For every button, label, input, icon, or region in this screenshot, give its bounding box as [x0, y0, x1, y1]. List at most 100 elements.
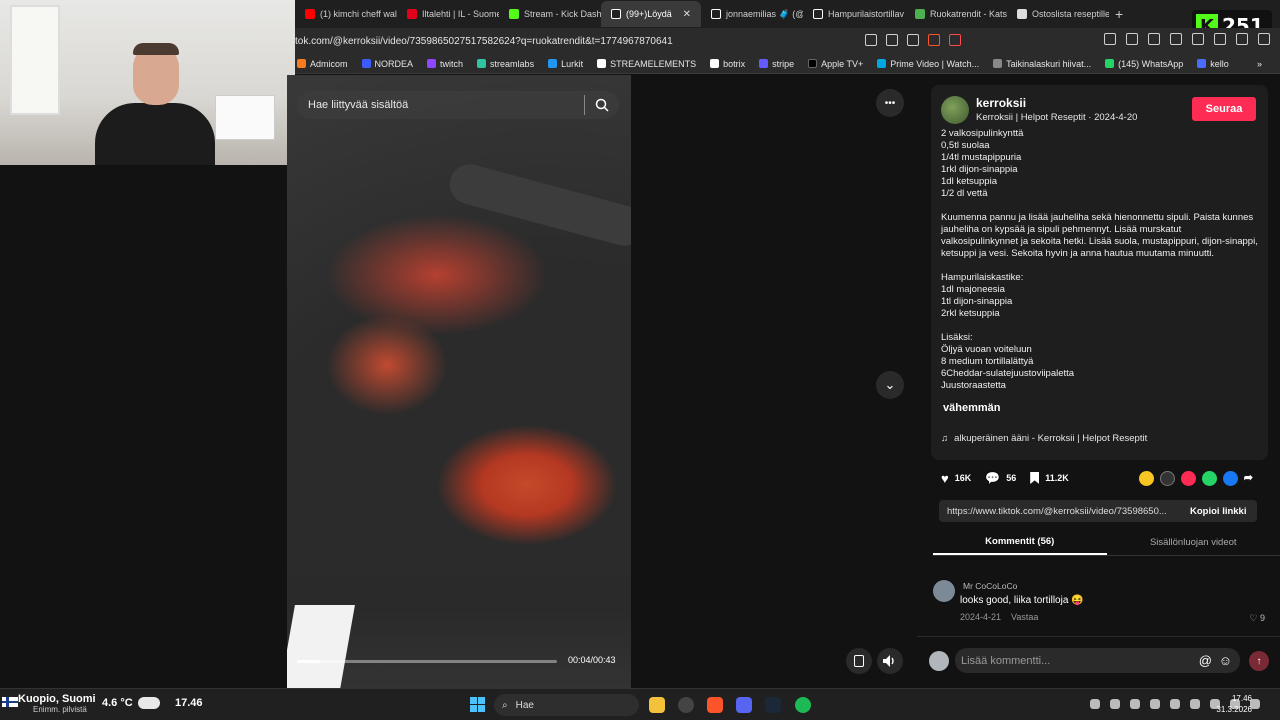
commenter-avatar[interactable] — [933, 580, 955, 602]
wallet-icon[interactable] — [1192, 33, 1204, 45]
send-comment-button[interactable]: ↑ — [1249, 651, 1269, 671]
browser-tab[interactable]: Hampurilaistortillav — [803, 1, 905, 27]
bookmark[interactable]: NORDEA — [361, 59, 413, 69]
tab-creator-videos[interactable]: Sisällönluojan videot — [1107, 530, 1280, 555]
windows-start-icon[interactable] — [470, 697, 485, 712]
facebook-share-icon[interactable] — [1222, 470, 1238, 486]
tab-favicon-icon — [305, 9, 315, 19]
bookmark[interactable]: stripe — [759, 59, 794, 69]
bookmarks-overflow-button[interactable]: » — [1257, 59, 1262, 69]
tab-comments[interactable]: Kommentit (56) — [933, 530, 1107, 555]
browser-tab[interactable]: Iltalehti | IL - Suome — [397, 1, 499, 27]
repost-icon[interactable] — [1138, 470, 1154, 486]
bookmark[interactable]: Taikinalaskuri hiivat... — [993, 59, 1091, 69]
bookmark[interactable]: twitch — [427, 59, 463, 69]
comment-button[interactable]: 💬 56 — [985, 471, 1016, 485]
browser-tab[interactable]: (1) kimchi cheff wall — [295, 1, 397, 27]
clock-time: 17.46 — [1231, 694, 1252, 703]
cast-icon[interactable] — [886, 34, 898, 46]
bookmark[interactable]: Prime Video | Watch... — [877, 59, 979, 69]
tray-chevron-icon[interactable] — [1090, 699, 1100, 709]
mention-icon[interactable]: @ — [1199, 653, 1212, 668]
video-player[interactable] — [287, 75, 631, 688]
related-search-input[interactable]: Hae liittyvää sisältöä — [297, 91, 619, 119]
post-actions: ♥ 16K 💬 56 11.2K ➦ — [941, 469, 1261, 487]
share-arrow-icon[interactable]: ➦ — [1244, 471, 1253, 486]
brave-rewards-icon[interactable] — [949, 34, 961, 46]
obs-icon[interactable] — [678, 697, 694, 713]
tab-label: jonnaemilias 🧳 (@ — [726, 8, 803, 19]
video-time: 00:04/00:43 — [568, 655, 616, 665]
volume-button[interactable] — [877, 648, 903, 674]
whatsapp-share-icon[interactable] — [1201, 470, 1217, 486]
send-to-friends-icon[interactable] — [1180, 470, 1196, 486]
browser-tab[interactable]: Ruokatrendit - Kats — [905, 1, 1007, 27]
save-button[interactable]: 11.2K — [1030, 472, 1069, 484]
show-less-button[interactable]: vähemmän — [943, 402, 1000, 414]
bookmark[interactable]: (145) WhatsApp — [1105, 59, 1183, 69]
search-icon[interactable] — [595, 98, 609, 112]
spotify-icon[interactable] — [795, 697, 811, 713]
browser-tab[interactable]: Stream - Kick Dashb — [499, 1, 601, 27]
windows-taskbar: Kuopio, Suomi Enimm. pilvistä 4.6 °C 17.… — [0, 688, 1280, 720]
like-button[interactable]: ♥ 16K — [941, 471, 971, 486]
bookmark[interactable]: streamlabs — [477, 59, 534, 69]
reply-button[interactable]: Vastaa — [1011, 612, 1038, 622]
more-options-button[interactable]: ••• — [876, 89, 904, 117]
new-tab-button[interactable]: + — [1115, 6, 1123, 22]
taskbar-search[interactable]: ⌕ Hae — [494, 694, 639, 716]
tray-app-icon[interactable] — [1130, 699, 1140, 709]
comment-like-button[interactable]: ♡ 9 — [1249, 613, 1265, 624]
follow-button[interactable]: Seuraa — [1192, 97, 1256, 121]
comment-input[interactable]: Lisää kommentti... @ ☺ — [955, 648, 1240, 673]
browser-tab-active[interactable]: (99+)Löydä ✕ — [601, 1, 701, 27]
discord-icon[interactable] — [736, 697, 752, 713]
weather-location[interactable]: Kuopio, Suomi — [18, 693, 96, 705]
bookmark[interactable]: Admicom — [297, 59, 348, 69]
tray-app-icon[interactable] — [1170, 699, 1180, 709]
microphone-icon[interactable] — [1190, 699, 1200, 709]
embed-icon[interactable] — [1159, 470, 1175, 486]
vpn-icon[interactable] — [1214, 33, 1226, 45]
bookmark[interactable]: STREAMELEMENTS — [597, 59, 696, 69]
bookmark[interactable]: botrix — [710, 59, 745, 69]
bookmark-label: twitch — [440, 58, 464, 69]
bookmark-label: STREAMELEMENTS — [610, 58, 697, 69]
bookmark[interactable]: Lurkit — [548, 59, 583, 69]
file-explorer-icon[interactable] — [649, 697, 665, 713]
sound-link[interactable]: ♫ alkuperäinen ääni - Kerroksii | Helpot … — [941, 433, 1147, 444]
pip-button[interactable] — [846, 648, 872, 674]
taskbar-clock[interactable]: 17.46 31.3.2026 — [1216, 693, 1252, 715]
video-progress-bar[interactable] — [297, 660, 557, 663]
tray-app-icon[interactable] — [1110, 699, 1120, 709]
brave-browser-icon[interactable] — [707, 697, 723, 713]
browser-tab[interactable]: Ostoslista reseptille — [1007, 1, 1109, 27]
close-tab-icon[interactable]: ✕ — [683, 9, 691, 20]
commenter-name[interactable]: Mr CoCoLoCo — [963, 581, 1017, 591]
extensions-icon[interactable] — [1104, 33, 1116, 45]
media-icon[interactable] — [1148, 33, 1160, 45]
creator-avatar[interactable] — [941, 96, 969, 124]
nordea-icon — [361, 59, 371, 68]
comment-meta: 2024-4-21 Vastaa — [960, 612, 1038, 622]
copy-link-button[interactable]: Kopioi linkki — [1184, 506, 1246, 517]
translate-icon[interactable] — [865, 34, 877, 46]
next-video-button[interactable]: ⌄ — [876, 371, 904, 399]
emoji-icon[interactable]: ☺ — [1219, 653, 1232, 668]
sidebar-icon[interactable] — [1170, 33, 1182, 45]
chevron-down-icon: ⌄ — [884, 377, 896, 392]
bookmark[interactable]: Apple TV+ — [808, 59, 863, 69]
profile-icon[interactable] — [1236, 33, 1248, 45]
screenshot-icon[interactable] — [1126, 33, 1138, 45]
menu-icon[interactable] — [1258, 33, 1270, 45]
tray-app-icon[interactable] — [1150, 699, 1160, 709]
steam-icon[interactable] — [765, 697, 781, 713]
brave-shield-icon[interactable] — [928, 34, 940, 46]
finland-flag-icon — [2, 697, 18, 707]
browser-tab[interactable]: jonnaemilias 🧳 (@ — [701, 1, 803, 27]
url-field[interactable]: tok.com/@kerroksii/video/735986502751758… — [295, 36, 673, 47]
bookmark[interactable]: kello — [1197, 59, 1229, 69]
creator-username[interactable]: kerroksii — [976, 96, 1026, 110]
share-icon[interactable] — [907, 34, 919, 46]
tab-label: Stream - Kick Dashb — [524, 9, 601, 19]
